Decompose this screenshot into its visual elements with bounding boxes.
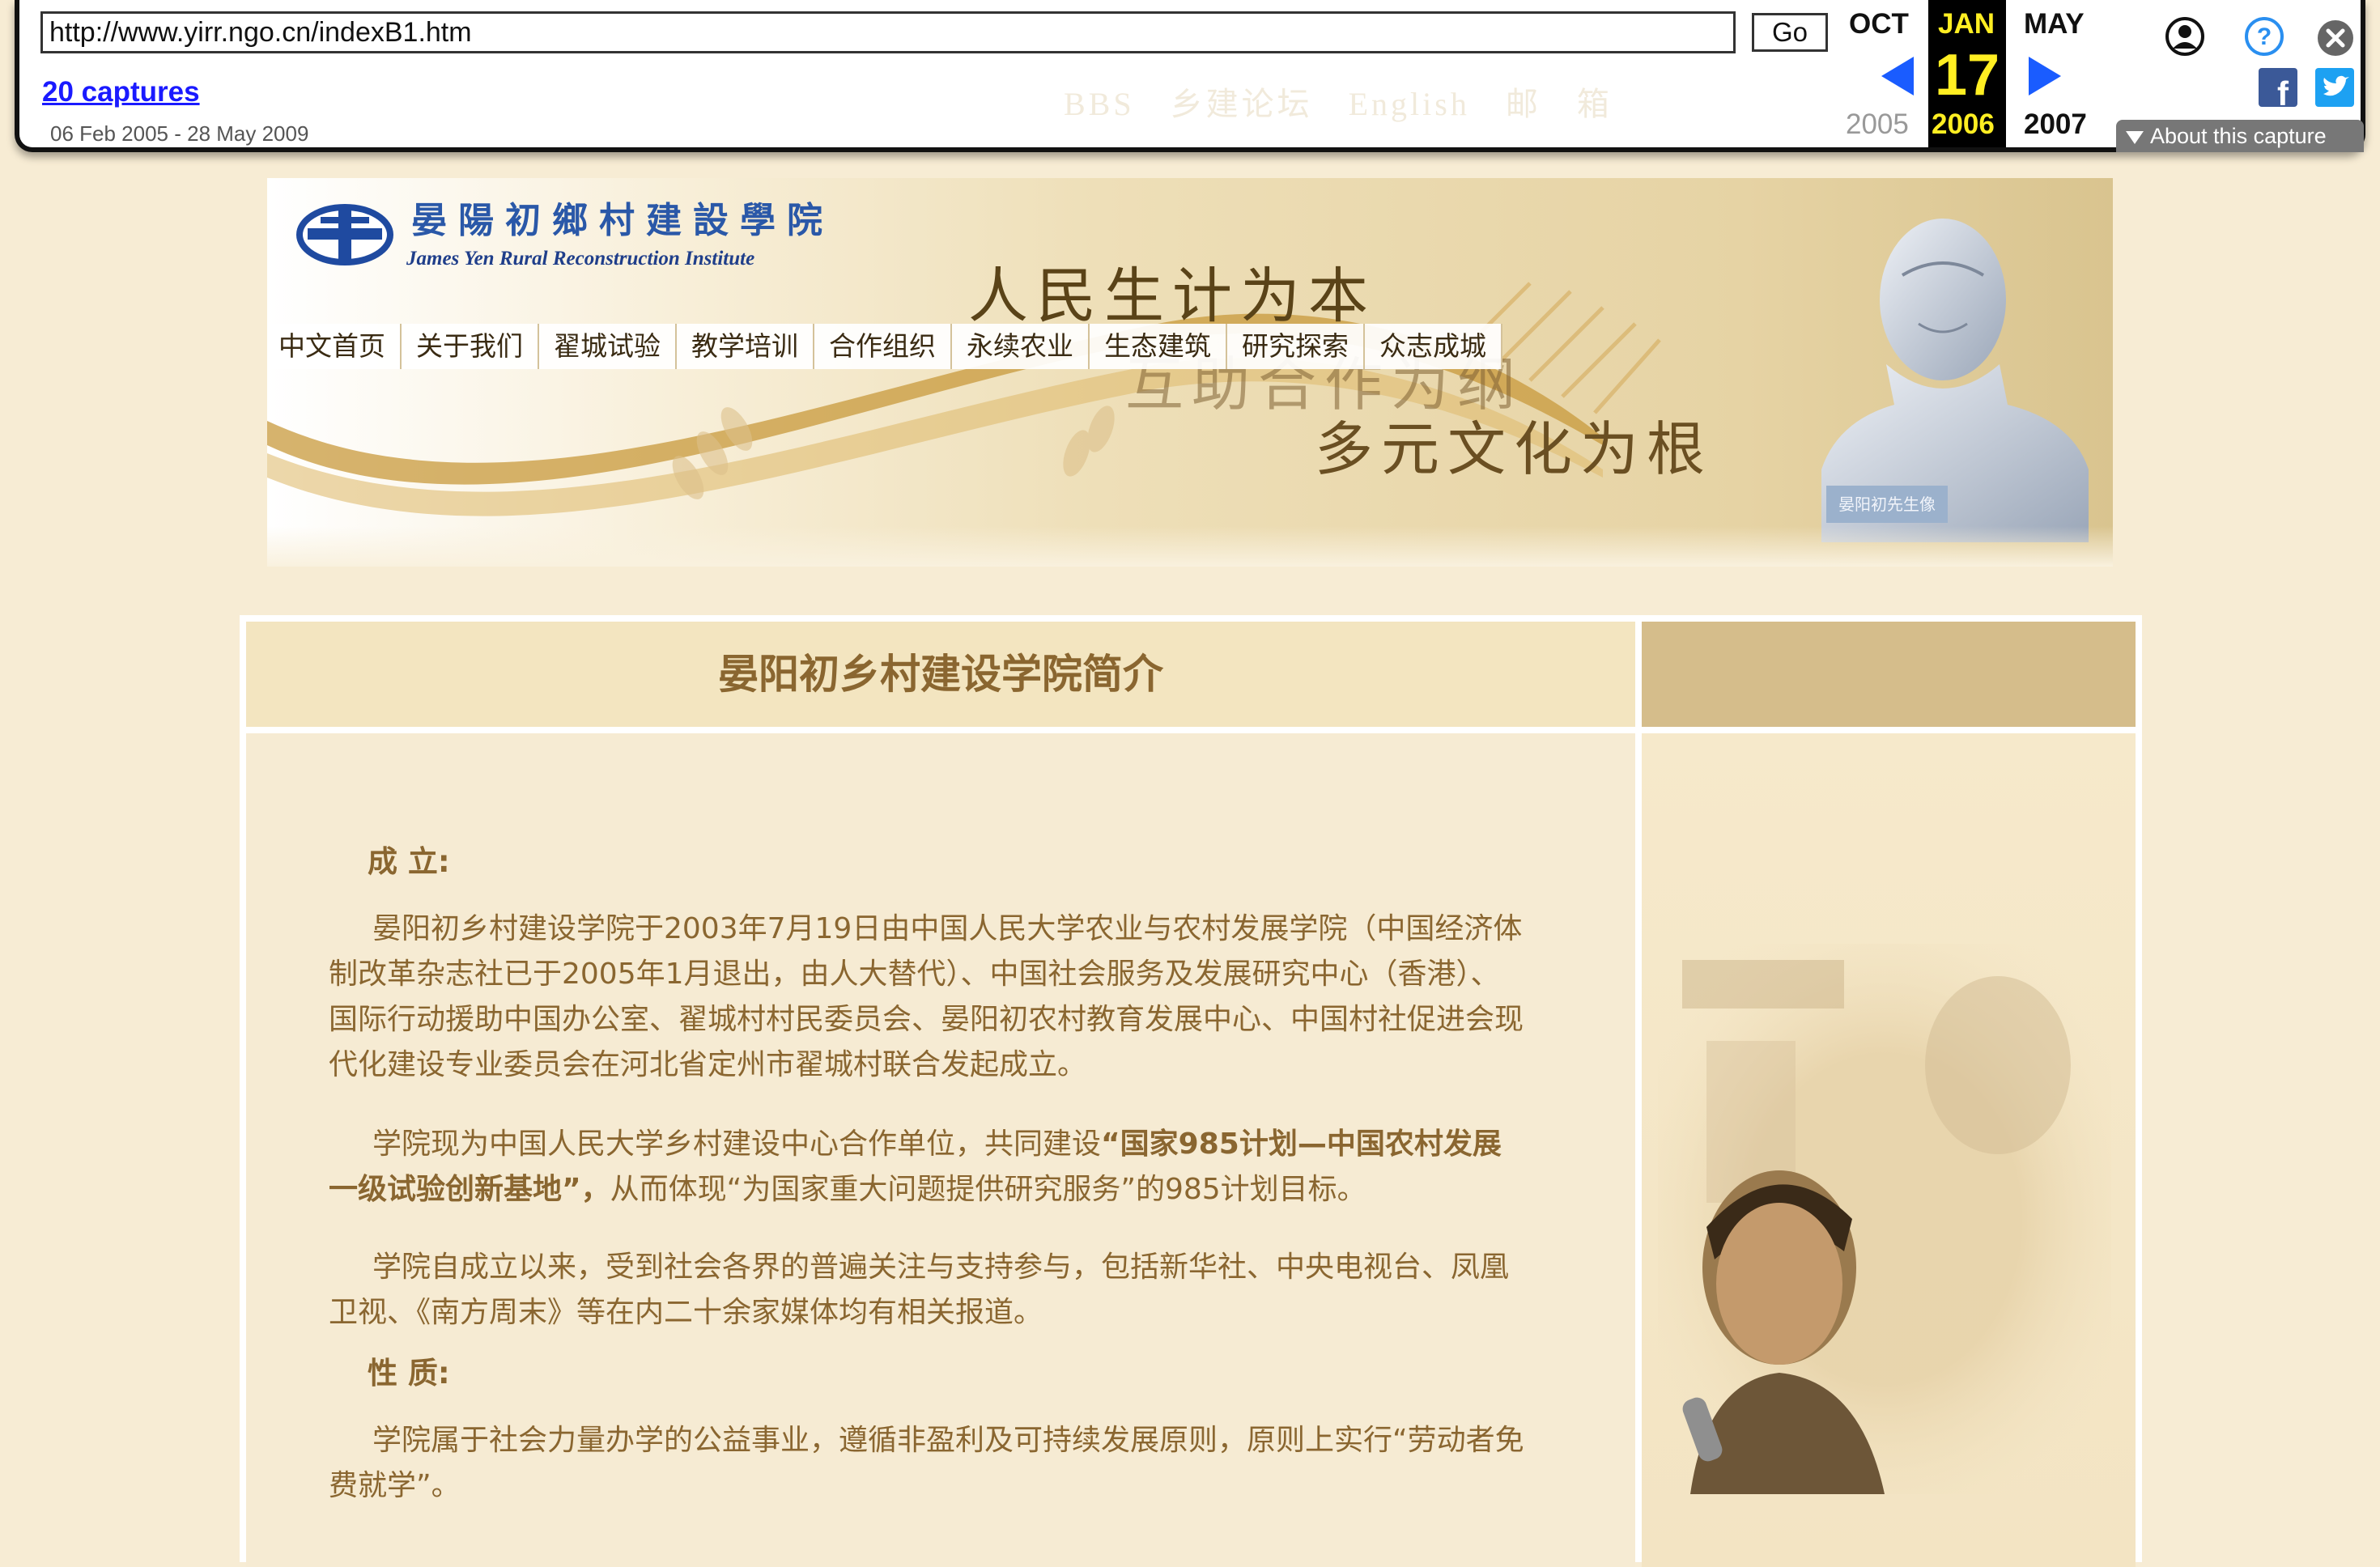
next-month-link[interactable]: MAY — [2024, 8, 2085, 40]
ghost-link-bbs: BBS — [1064, 86, 1135, 122]
user-account-icon[interactable] — [2165, 16, 2205, 57]
svg-text:f: f — [2277, 74, 2289, 107]
about-capture-dropdown[interactable]: About this capture — [2116, 120, 2364, 152]
page-title: 晏阳初乡村建设学院简介 — [718, 651, 1163, 698]
content-table: 晏阳初乡村建设学院简介 成 立: 晏阳初乡村建设学院于2003年7月19日由中国… — [240, 615, 2142, 1567]
nav-item-home[interactable]: 中文首页 — [267, 324, 402, 369]
nav-item-training[interactable]: 教学培训 — [677, 324, 814, 369]
nav-item-cooperatives[interactable]: 合作组织 — [814, 324, 952, 369]
go-button[interactable]: Go — [1752, 13, 1828, 52]
site-banner: 晏陽初鄉村建設學院 James Yen Rural Reconstruction… — [267, 178, 2113, 567]
banner-slogan-line-1: 人民生计为本 — [968, 261, 1376, 331]
partnership-text-start: 学院现为中国人民大学乡村建设中心合作单位，共同建设 — [372, 1127, 1102, 1161]
paragraph-nature: 学院属于社会力量办学的公益事业，遵循非盈利及可持续发展原则，原则上实行“劳动者免… — [329, 1424, 1524, 1502]
wayback-toolbar: Go 20 captures 06 Feb 2005 - 28 May 2009… — [15, 0, 2365, 152]
paragraph-media: 学院自成立以来，受到社会各界的普遍关注与支持参与，包括新华社、中央电视台、凤凰卫… — [329, 1251, 1510, 1329]
url-input[interactable] — [40, 11, 1736, 53]
svg-text:?: ? — [2257, 23, 2272, 50]
current-year: 2006 — [1932, 108, 1995, 140]
institute-name-english: James Yen Rural Reconstruction Institute — [406, 248, 755, 270]
director-portrait-photo — [1658, 944, 2111, 1494]
banner-bottom-fade — [267, 526, 2113, 567]
capture-date-range: 06 Feb 2005 - 28 May 2009 — [50, 121, 309, 146]
next-year-link[interactable]: 2007 — [2024, 108, 2087, 141]
prev-year-link[interactable]: 2005 — [1846, 108, 1909, 141]
nav-item-about[interactable]: 关于我们 — [402, 324, 539, 369]
facebook-share-icon[interactable]: f — [2259, 68, 2297, 107]
section-heading-nature: 性 质: — [368, 1356, 450, 1391]
article-body: 成 立: 晏阳初乡村建设学院于2003年7月19日由中国人民大学农业与农村发展学… — [246, 733, 1635, 1567]
sidebar-header-cell — [1642, 622, 2136, 727]
ghost-link-english: English — [1348, 86, 1470, 122]
paragraph-partnership: 学院现为中国人民大学乡村建设中心合作单位，共同建设“国家985计划—中国农村发展… — [329, 1122, 1527, 1212]
banner-slogan-line-3: 多元文化为根 — [1315, 415, 1714, 483]
paragraph-founding: 晏阳初乡村建设学院于2003年7月19日由中国人民大学农业与农村发展学院（中国经… — [329, 912, 1524, 1081]
twitter-share-icon[interactable] — [2315, 68, 2354, 107]
prev-capture-arrow-icon[interactable] — [1881, 57, 1914, 96]
institute-name-chinese: 晏陽初鄉村建設學院 — [411, 200, 834, 241]
nav-item-zhaicheng[interactable]: 翟城试验 — [539, 324, 677, 369]
nav-item-support[interactable]: 众志成城 — [1365, 324, 1502, 369]
nav-item-research[interactable]: 研究探索 — [1227, 324, 1365, 369]
captures-link[interactable]: 20 captures — [42, 76, 200, 108]
ghost-link-forum: 乡建论坛 — [1170, 86, 1313, 122]
institute-logo — [296, 204, 393, 265]
close-icon[interactable] — [2315, 18, 2356, 58]
ghost-link-box: 箱 — [1576, 86, 1613, 122]
current-day: 17 — [1934, 43, 2000, 108]
bust-caption-plaque: 晏阳初先生像 — [1826, 486, 1948, 523]
nav-item-eco-building[interactable]: 生态建筑 — [1090, 324, 1227, 369]
ghost-link-mail: 邮 — [1505, 86, 1541, 122]
help-icon[interactable]: ? — [2244, 16, 2284, 57]
next-capture-arrow-icon[interactable] — [2029, 57, 2061, 96]
nav-item-permaculture[interactable]: 永续农业 — [952, 324, 1090, 369]
main-nav: 中文首页 关于我们 翟城试验 教学培训 合作组织 永续农业 生态建筑 研究探索 … — [267, 324, 1502, 369]
sidebar-cell — [1642, 733, 2136, 1567]
caret-down-icon — [2126, 130, 2144, 144]
prev-month-link[interactable]: OCT — [1849, 8, 1909, 40]
title-cell: 晏阳初乡村建设学院简介 — [246, 622, 1635, 727]
section-heading-founding: 成 立: — [368, 844, 450, 879]
current-month: JAN — [1938, 8, 1995, 40]
about-capture-label: About this capture — [2150, 124, 2327, 148]
partnership-text-end: 从而体现“为国家重大问题提供研究服务”的985计划目标。 — [610, 1173, 1366, 1206]
faded-site-links: BBS 乡建论坛 English 邮箱 — [1064, 78, 1647, 122]
